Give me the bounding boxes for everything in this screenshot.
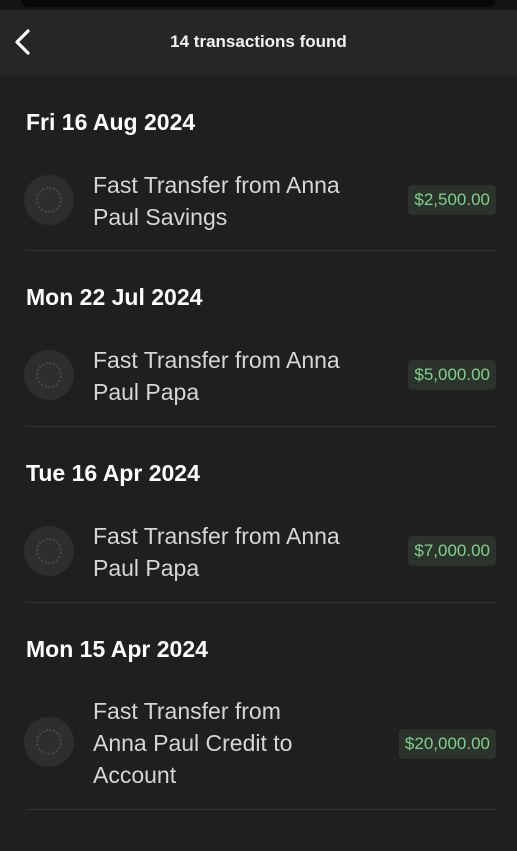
- transaction-amount: $2,500.00: [408, 185, 496, 215]
- transaction-list[interactable]: Fri 16 Aug 2024 Fast Transfer from Anna …: [0, 76, 517, 851]
- transaction-amount: $20,000.00: [398, 729, 496, 759]
- status-bar-shape: [22, 0, 495, 7]
- transaction-row[interactable]: Fast Transfer from Anna Paul Credit to A…: [0, 693, 517, 803]
- page-title: 14 transactions found: [170, 32, 347, 51]
- transaction-row[interactable]: Fast Transfer from Anna Paul Savings $2,…: [0, 161, 517, 251]
- divider: [26, 250, 496, 251]
- divider: [26, 602, 496, 603]
- app-header: 14 transactions found: [0, 10, 517, 76]
- transaction-amount: $5,000.00: [408, 360, 496, 390]
- divider: [26, 426, 496, 427]
- transaction-row[interactable]: Fast Transfer from Anna Paul Papa $5,000…: [0, 336, 517, 426]
- status-strip: [0, 0, 517, 10]
- transaction-description: Fast Transfer from Anna Paul Papa: [93, 523, 340, 581]
- placeholder-avatar-icon: [24, 350, 74, 400]
- date-header: Fri 16 Aug 2024: [26, 109, 196, 135]
- placeholder-avatar-icon: [24, 526, 74, 576]
- transaction-amount: $7,000.00: [408, 536, 496, 566]
- date-header: Mon 22 Jul 2024: [26, 284, 203, 310]
- placeholder-avatar-icon: [24, 175, 74, 225]
- transaction-description: Fast Transfer from Anna Paul Savings: [93, 172, 340, 230]
- date-header: Mon 15 Apr 2024: [26, 636, 208, 662]
- date-header: Tue 16 Apr 2024: [26, 460, 200, 486]
- transaction-row[interactable]: Fast Transfer from Anna Paul Papa $7,000…: [0, 512, 517, 602]
- placeholder-avatar-icon: [24, 717, 74, 767]
- divider: [26, 809, 496, 810]
- transaction-description: Fast Transfer from Anna Paul Papa: [93, 347, 340, 405]
- transaction-description: Fast Transfer from Anna Paul Credit to A…: [93, 698, 293, 788]
